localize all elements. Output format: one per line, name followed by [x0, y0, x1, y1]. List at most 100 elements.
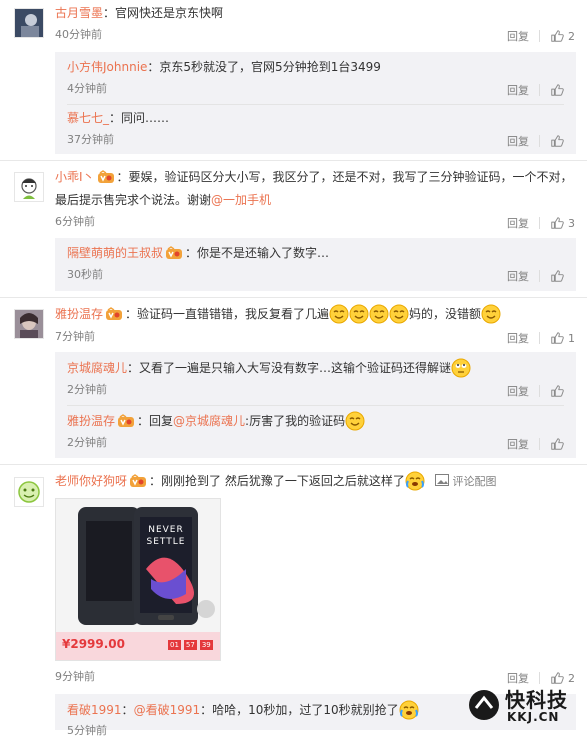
like-button[interactable]: [550, 134, 564, 148]
like-button[interactable]: [550, 269, 564, 283]
reply-button[interactable]: 回复: [507, 330, 529, 346]
timestamp: 6分钟前: [55, 215, 95, 228]
mention-link[interactable]: @一加手机: [211, 193, 271, 207]
reply-button[interactable]: 回复: [507, 133, 529, 149]
reply-text: 雅扮温存 ：回复@京城腐魂儿:厉害了我的验证码: [67, 411, 566, 431]
thumbs-up-icon: [550, 384, 564, 398]
eye-roll-emoji-icon: [451, 358, 471, 378]
phone-slogan-line1: NEVER: [148, 525, 184, 535]
avatar[interactable]: [14, 8, 44, 38]
username[interactable]: 慕七七_: [67, 111, 109, 125]
phone-slogan-line2: SETTLE: [146, 537, 186, 547]
username[interactable]: 古月雪墨: [55, 6, 103, 20]
like-count: 2: [568, 29, 575, 43]
separator: [539, 332, 540, 344]
divider: [0, 297, 587, 298]
watermark-domain: KKJ.CN: [507, 710, 560, 724]
smile-emoji-icon: [369, 304, 389, 324]
username[interactable]: 京城腐魂儿: [67, 361, 127, 375]
phone-image: [78, 507, 215, 625]
reply-box: 京城腐魂儿：又看了一遍是只输入大写没有数字…这输个验证码还得解谜 2分钟前 回复…: [55, 352, 576, 458]
comment-text: 老师你好狗呀 ：刚刚抢到了 然后犹豫了一下返回之后就这样了 评论配图: [55, 471, 575, 491]
like-button[interactable]: 1: [550, 331, 575, 345]
comment-image-link[interactable]: 评论配图: [453, 475, 497, 488]
vip-badge-icon: [129, 474, 147, 488]
countdown-minutes: 57: [183, 640, 197, 650]
watermark-brand: 快科技: [505, 688, 568, 712]
watermark: 快科技 KKJ.CN: [467, 682, 579, 730]
image-icon: [434, 474, 449, 486]
price-bar: ¥2999.00 01 57 39: [56, 632, 220, 660]
username[interactable]: 雅扮温存: [55, 307, 103, 321]
like-count: 1: [568, 331, 575, 345]
separator: [539, 217, 540, 229]
reply-text: 隔壁萌萌的王叔叔 ：你是不是还输入了数字…: [67, 246, 330, 260]
separator: [539, 135, 540, 147]
like-button[interactable]: [550, 437, 564, 451]
separator: [539, 270, 540, 282]
reply-box: 小方伟Johnnie：京东5秒就没了，官网5分钟抢到1台3499 4分钟前 回复…: [55, 52, 576, 154]
mention-link[interactable]: @看破1991: [134, 703, 201, 717]
timestamp: 37分钟前: [67, 133, 114, 146]
timestamp: 2分钟前: [67, 383, 107, 396]
reply-actions: 回复: [507, 436, 564, 452]
comment-actions: 回复 2: [507, 28, 575, 44]
username[interactable]: 雅扮温存: [67, 414, 115, 428]
price: ¥2999.00: [62, 637, 126, 651]
timestamp: 7分钟前: [55, 330, 95, 343]
timestamp: 2分钟前: [67, 436, 107, 449]
timestamp: 4分钟前: [67, 82, 107, 95]
smile-emoji-icon: [481, 304, 501, 324]
comment-actions: 回复 1: [507, 330, 575, 346]
username[interactable]: 老师你好狗呀: [55, 474, 127, 488]
comment-text: 雅扮温存 ：验证码一直错错错，我反复看了几遍 妈的，没错额: [55, 304, 575, 324]
reply-button[interactable]: 回复: [507, 82, 529, 98]
thumbs-up-icon: [550, 29, 564, 43]
like-button[interactable]: [550, 83, 564, 97]
divider: [0, 160, 587, 161]
like-count: 3: [568, 216, 575, 230]
crying-laugh-emoji-icon: [405, 471, 425, 491]
separator: [539, 438, 540, 450]
like-button[interactable]: 2: [550, 29, 575, 43]
reply-button[interactable]: 回复: [507, 383, 529, 399]
comment-image[interactable]: NEVER SETTLE ¥2999.00 01 57 39: [55, 498, 221, 661]
separator: [539, 84, 540, 96]
username[interactable]: 看破1991: [67, 703, 122, 717]
comment-text: 古月雪墨：官网快还是京东快啊: [55, 6, 224, 20]
avatar[interactable]: [14, 309, 44, 339]
thumbs-up-icon: [550, 83, 564, 97]
reply-actions: 回复: [507, 133, 564, 149]
reply-button[interactable]: 回复: [507, 28, 529, 44]
reply-button[interactable]: 回复: [507, 215, 529, 231]
separator: [539, 385, 540, 397]
mention-link[interactable]: @京城腐魂儿: [173, 414, 245, 428]
vip-badge-icon: [117, 414, 135, 428]
timestamp: 40分钟前: [55, 28, 102, 41]
vip-badge-icon: [105, 307, 123, 321]
laughing-emoji-icon: [399, 700, 419, 720]
comment-text-continued: 最后提示售完求个说法。谢谢@一加手机: [55, 193, 272, 207]
reply-actions: 回复: [507, 383, 564, 399]
avatar[interactable]: [14, 477, 44, 507]
username[interactable]: 小乖I丶: [55, 170, 95, 184]
thumbs-up-icon: [550, 437, 564, 451]
reply-box: 隔壁萌萌的王叔叔 ：你是不是还输入了数字… 30秒前 回复: [55, 238, 576, 291]
countdown-hours: 01: [168, 640, 181, 650]
reply-text: 慕七七_：同问……: [67, 111, 170, 125]
reply-actions: 回复: [507, 268, 564, 284]
divider: [67, 405, 564, 406]
reply-button[interactable]: 回复: [507, 436, 529, 452]
vip-badge-icon: [97, 170, 115, 184]
avatar[interactable]: [14, 172, 44, 202]
username[interactable]: 隔壁萌萌的王叔叔: [67, 246, 163, 260]
like-button[interactable]: 3: [550, 216, 575, 230]
reply-button[interactable]: 回复: [507, 268, 529, 284]
separator: [539, 30, 540, 42]
username[interactable]: 小方伟Johnnie: [67, 60, 147, 74]
comment-text: 小乖I丶 ：要娱，验证码区分大小写，我区分了，还是不对，我写了三分钟验证码，一个不…: [55, 170, 573, 184]
smile-emoji-icon: [345, 411, 365, 431]
countdown-seconds: 39: [199, 640, 213, 650]
like-button[interactable]: [550, 384, 564, 398]
divider: [67, 104, 564, 105]
